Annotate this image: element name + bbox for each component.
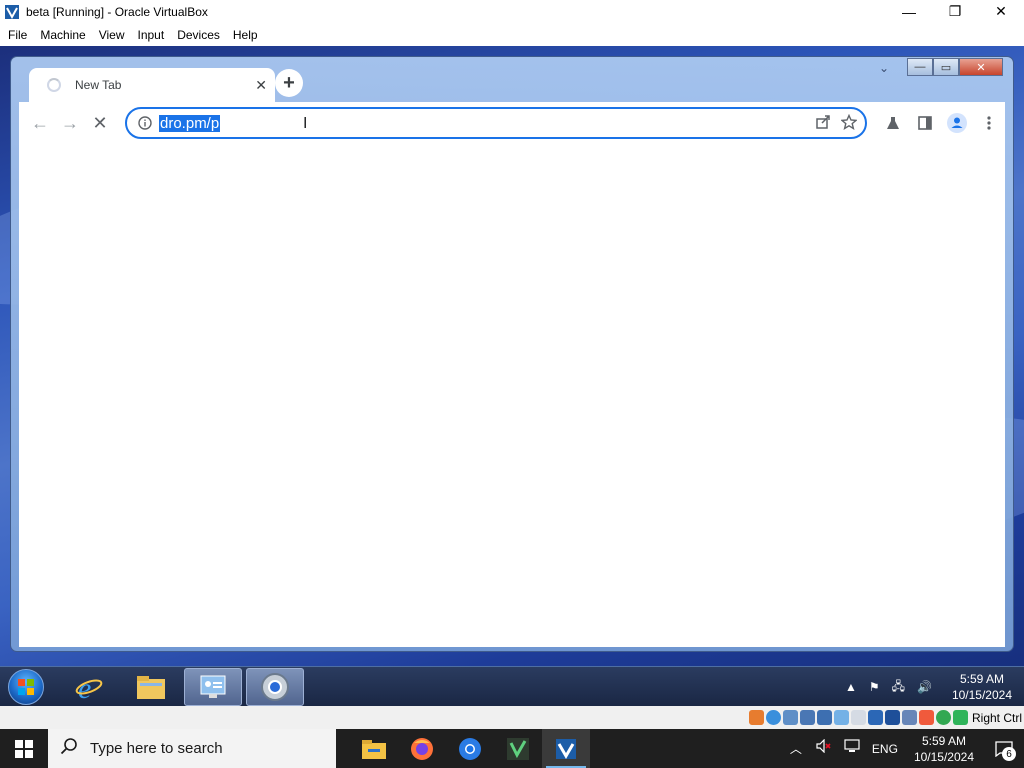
labs-flask-icon[interactable] [877,108,909,138]
browser-toolbar: ← → ✕ dro.pm/p I [19,102,1005,144]
action-center-flag-icon[interactable]: ⚑ [869,680,880,694]
keyboard-capture-icon[interactable] [935,710,951,725]
network-monitor-icon[interactable] [844,739,860,758]
loading-spinner-icon [47,78,61,92]
tab-new-tab[interactable]: New Tab ✕ [29,68,275,102]
volume-icon[interactable]: 🔊 [917,680,932,694]
search-icon [60,737,78,760]
site-info-icon[interactable] [131,116,159,130]
address-selected-text: dro.pm/p [159,114,221,132]
menu-machine[interactable]: Machine [34,28,91,42]
window-title: beta [Running] - Oracle VirtualBox [26,4,208,19]
virtualbox-host-icon[interactable] [542,729,590,768]
chrome-taskbar-icon[interactable] [246,668,304,706]
vt-x-icon[interactable] [884,710,900,725]
hard-disk-icon[interactable] [748,710,764,725]
back-button[interactable]: ← [25,108,55,138]
guest-clock[interactable]: 5:59 AM 10/15/2024 [952,671,1012,703]
host-clock[interactable]: 5:59 AM 10/15/2024 [914,733,974,765]
vbox-menu-bar: File Machine View Input Devices Help [0,23,1024,46]
restore-button[interactable]: ❐ [932,0,978,23]
notification-center-icon[interactable]: 6 [984,729,1024,768]
minimize-button[interactable]: — [886,0,932,23]
address-bar[interactable]: dro.pm/p I [125,107,867,139]
host-system-tray: ︿ ENG 5:59 AM 10/15/2024 6 [782,729,1024,768]
windows-explorer-icon[interactable] [122,668,180,706]
language-indicator[interactable]: ENG [872,742,898,756]
close-button[interactable]: ✕ [978,0,1024,23]
display-icon[interactable] [850,710,866,725]
chrome-maximize-button[interactable]: ▭ [933,58,959,76]
share-icon[interactable] [815,114,831,135]
network-icon[interactable]: 🖧 [892,677,905,698]
tab-close-icon[interactable]: ✕ [255,77,267,94]
host-start-button[interactable] [0,729,48,768]
host-search-box[interactable]: Type here to search [48,729,336,768]
host-clock-time: 5:59 AM [921,733,966,748]
more-menu-icon[interactable] [973,108,1005,138]
guest-display[interactable]: ⌄ — ▭ ✕ New Tab ✕ + ← → ✕ dro.pm/p I e ▲… [0,46,1024,706]
text-cursor-icon: I [303,115,308,132]
stop-loading-button[interactable]: ✕ [85,108,115,138]
guest-start-button[interactable] [8,669,44,705]
host-clock-date: 10/15/2024 [913,749,974,764]
chrome-window: ⌄ — ▭ ✕ New Tab ✕ + ← → ✕ dro.pm/p I [10,56,1014,652]
guest-additions-icon[interactable] [901,710,917,725]
firefox-icon[interactable] [398,729,446,768]
menu-file[interactable]: File [2,28,33,42]
address-input[interactable]: dro.pm/p [159,114,221,132]
menu-view[interactable]: View [93,28,131,42]
usb-icon[interactable] [816,710,832,725]
menu-devices[interactable]: Devices [171,28,226,42]
notification-count-badge: 6 [1002,747,1016,761]
vbox-title-bar: beta [Running] - Oracle VirtualBox — ❐ ✕ [0,0,1024,23]
file-explorer-icon[interactable] [350,729,398,768]
page-content[interactable] [19,144,1005,647]
side-panel-icon[interactable] [909,108,941,138]
guest-clock-date: 10/15/2024 [951,688,1012,702]
menu-input[interactable]: Input [132,28,171,42]
internet-explorer-icon[interactable]: e [60,668,118,706]
chrome-close-button[interactable]: ✕ [959,58,1003,76]
search-placeholder: Type here to search [90,740,223,757]
visual-studio-icon[interactable] [494,729,542,768]
tab-title: New Tab [75,78,122,92]
host-key-icon[interactable] [952,710,968,725]
guest-taskbar: e ▲ ⚑ 🖧 🔊 5:59 AM 10/15/2024 [0,666,1024,706]
recording-icon[interactable] [867,710,883,725]
vbox-status-bar: Right Ctrl [0,706,1024,729]
shared-folders-icon[interactable] [833,710,849,725]
show-hidden-icons-chevron[interactable]: ︿ [790,740,802,757]
guest-system-tray: ▲ ⚑ 🖧 🔊 5:59 AM 10/15/2024 [839,667,1012,706]
guest-clock-time: 5:59 AM [959,672,1004,686]
control-panel-icon[interactable] [184,668,242,706]
show-hidden-icons[interactable]: ▲ [845,680,857,694]
host-key-label: Right Ctrl [971,710,1022,725]
forward-button[interactable]: → [55,108,85,138]
tab-search-icon[interactable]: ⌄ [879,61,889,75]
chrome-minimize-button[interactable]: — [907,58,933,76]
optical-drive-icon[interactable] [765,710,781,725]
mouse-integration-icon[interactable] [918,710,934,725]
audio-icon[interactable] [782,710,798,725]
new-tab-button[interactable]: + [275,69,303,97]
virtualbox-app-icon [4,4,20,20]
speaker-muted-icon[interactable] [816,738,832,758]
host-taskbar: Type here to search ︿ ENG 5:59 AM 10/15/… [0,729,1024,768]
chrome-host-icon[interactable] [446,729,494,768]
menu-help[interactable]: Help [227,28,264,42]
profile-avatar-icon[interactable] [941,108,973,138]
bookmark-star-icon[interactable] [840,113,858,135]
network-adapter-icon[interactable] [799,710,815,725]
